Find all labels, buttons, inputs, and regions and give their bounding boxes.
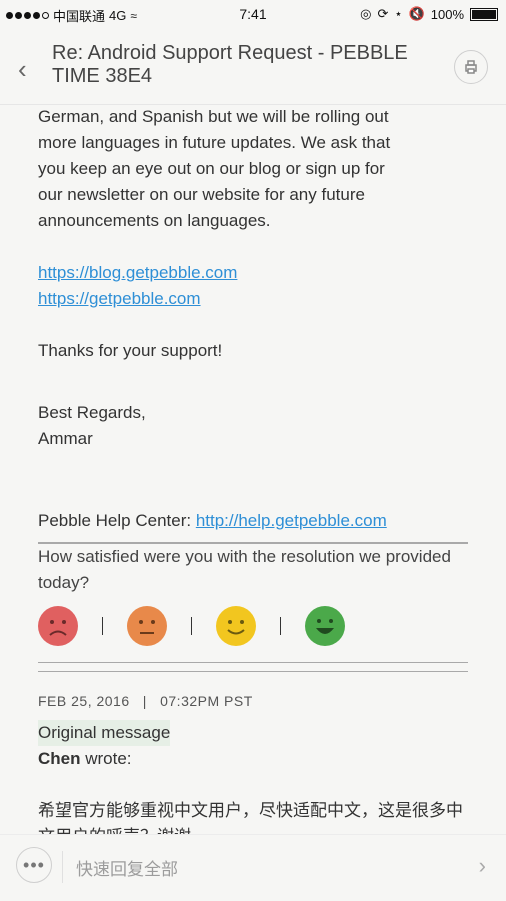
body-line: announcements on languages. [38,211,271,230]
satisfaction-question: How satisfied were you with the resoluti… [38,547,451,592]
send-chevron-icon[interactable]: › [479,853,486,879]
help-center-link[interactable]: http://help.getpebble.com [196,511,387,530]
very-unhappy-face-icon[interactable] [38,606,78,646]
rating-separator [280,617,281,635]
divider [62,851,63,883]
body-line: more languages in future updates. We ask… [38,133,391,152]
sync-icon: ⟳ [377,6,389,21]
rating-separator [191,617,192,635]
status-right: ◎ ⟳ ⋆ 🔇 100% [360,6,498,22]
original-message-label[interactable]: Original message [38,720,171,746]
signature-text: Ammar [38,429,93,448]
email-header: ‹ Re: Android Support Request - PEBBLE T… [0,28,506,105]
help-center-label: Pebble Help Center: [38,511,192,530]
reply-bar: ••• 快速回复全部 › [0,834,506,901]
rating-faces [38,604,468,648]
blog-link[interactable]: https://blog.getpebble.com [38,263,237,282]
mute-icon: 🔇 [408,6,425,21]
unhappy-face-icon[interactable] [127,606,167,646]
very-happy-face-icon[interactable] [305,606,345,646]
message-date: FEB 25, 2016 | 07:32PM PST [38,693,253,709]
quick-reply-input[interactable]: 快速回复全部 [76,855,178,880]
sender-line: Chen wrote: [38,749,132,768]
happy-face-icon[interactable] [216,606,256,646]
battery-icon [470,7,498,21]
more-icon[interactable]: ••• [16,847,52,883]
alarm-icon: ◎ [360,6,372,21]
chevron-left-icon[interactable]: ‹ [18,54,27,85]
body-line: German, and Spanish but we will be rolli… [38,107,389,126]
divider [38,671,468,672]
battery-label: 100% [430,6,464,22]
body-line: our newsletter on our website for any fu… [38,185,365,204]
rating-separator [102,617,103,635]
sender-name: Chen [38,749,81,768]
status-bar: 中国联通 4G ≈ 7:41 ◎ ⟳ ⋆ 🔇 100% [0,0,506,28]
print-icon[interactable] [454,50,488,84]
body-line: you keep an eye out on our blog or sign … [38,159,385,178]
bluetooth-icon: ⋆ [394,6,403,21]
thanks-text: Thanks for your support! [38,341,223,360]
divider [38,662,468,663]
regards-text: Best Regards, [38,403,146,422]
website-link[interactable]: https://getpebble.com [38,289,201,308]
email-subject: Re: Android Support Request - PEBBLE TIM… [52,42,408,87]
email-body: German, and Spanish but we will be rolli… [38,104,468,850]
